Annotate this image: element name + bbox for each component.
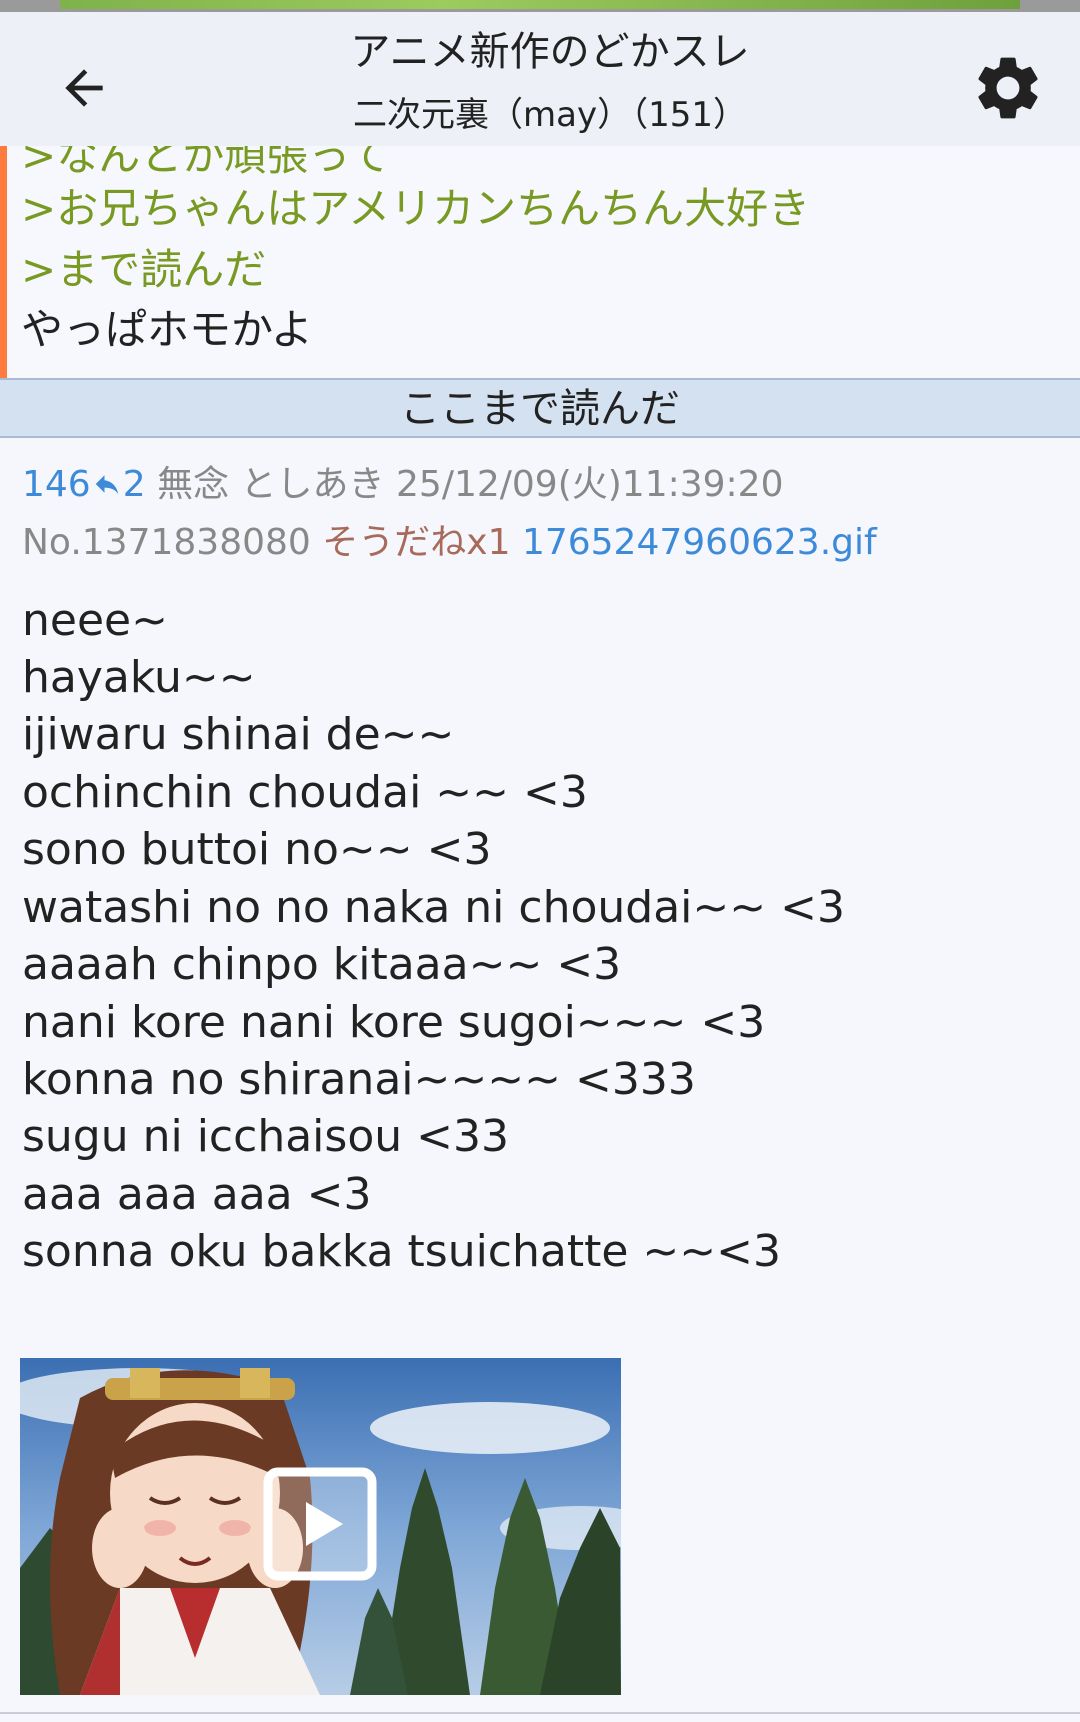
- post-body-line: watashi no no naka ni choudai~~ <3: [22, 882, 845, 933]
- read-position-marker: ここまで読んだ: [0, 378, 1080, 438]
- quote-line: >なんとか頑張って: [21, 146, 391, 180]
- arrow-left-icon: [65, 69, 103, 107]
- post-body-line: konna no shiranai~~~~ <333: [22, 1054, 696, 1105]
- file-link[interactable]: 1765247960623.gif: [522, 522, 877, 563]
- board-subtitle: 二次元裏（may）（151）: [353, 95, 747, 135]
- gear-icon: [978, 57, 1038, 119]
- thread-title: アニメ新作のどかスレ: [350, 29, 750, 75]
- body-line: やっぱホモかよ: [21, 305, 313, 354]
- settings-button[interactable]: [970, 50, 1046, 126]
- post-number: No.1371838080: [22, 522, 311, 563]
- reply-count[interactable]: 2: [123, 464, 146, 505]
- post-146: 146 2 無念 としあき 25/12/09(火)11:39:20 No.1371…: [0, 438, 1080, 1722]
- post-body-line: nani kore nani kore sugoi~~~ <3: [22, 997, 766, 1048]
- post-body-line: neee~: [22, 595, 168, 646]
- post-body-line: sono buttoi no~~ <3: [22, 824, 492, 875]
- post-body-line: sonna oku bakka tsuichatte ~~<3: [22, 1226, 781, 1277]
- post-datetime: 25/12/09(火)11:39:20: [396, 464, 784, 505]
- poster-email: としあき: [240, 464, 385, 505]
- post-body-line: aaa aaa aaa <3: [22, 1169, 372, 1220]
- post-body-line: ochinchin choudai ~~ <3: [22, 767, 588, 818]
- quote-line: >まで読んだ: [21, 245, 267, 294]
- post-body-line: sugu ni icchaisou <33: [22, 1111, 509, 1162]
- quote-line: >お兄ちゃんはアメリカンちんちん大好き: [21, 184, 811, 233]
- post-divider: [0, 1712, 1080, 1714]
- poster-name: 無念: [157, 464, 230, 505]
- sodane-button[interactable]: そうだねx1: [322, 522, 510, 563]
- title-block: アニメ新作のどかスレ 二次元裏（may）（151）: [170, 26, 930, 140]
- previous-post: >なんとか頑張って >お兄ちゃんはアメリカンちんちん大好き >まで読んだ やっぱ…: [0, 146, 1080, 378]
- post-meta-line-2: No.1371838080 そうだねx1 1765247960623.gif: [22, 518, 877, 568]
- post-body-line: ijiwaru shinai de~~: [22, 709, 455, 760]
- app-bar: アニメ新作のどかスレ 二次元裏（may）（151）: [0, 12, 1080, 146]
- previous-image-edge: [0, 0, 1080, 12]
- gif-thumbnail[interactable]: [20, 1358, 621, 1695]
- post-body-line: hayaku~~: [22, 652, 256, 703]
- post-meta-line: 146 2 無念 としあき 25/12/09(火)11:39:20: [22, 460, 783, 510]
- play-icon[interactable]: [263, 1467, 377, 1581]
- post-index[interactable]: 146: [22, 464, 91, 505]
- back-button[interactable]: [48, 52, 120, 124]
- post-body-line: aaaah chinpo kitaaa~~ <3: [22, 939, 622, 990]
- reply-arrow-icon[interactable]: [91, 469, 123, 499]
